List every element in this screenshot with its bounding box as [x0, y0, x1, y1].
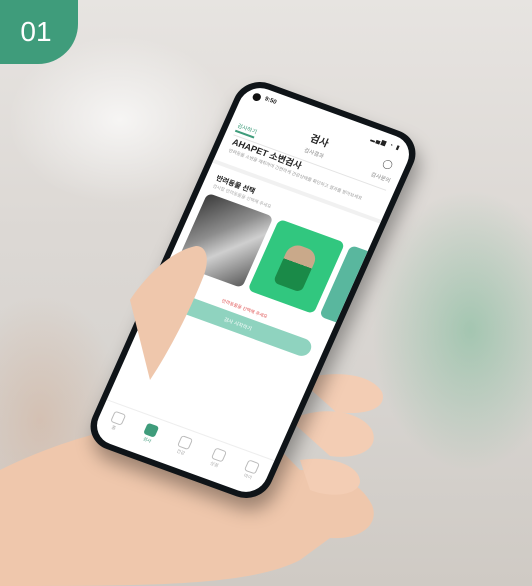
camera-icon: [251, 92, 263, 103]
status-time: 9:50: [263, 96, 278, 106]
cat-photo: [272, 242, 319, 293]
shop-icon: [210, 447, 227, 463]
nav-label: 홈: [110, 424, 117, 431]
health-icon: [176, 435, 194, 451]
nav-item-shop[interactable]: 상점: [207, 447, 227, 469]
nav-label: 검사: [142, 436, 153, 444]
nav-label: 상점: [209, 460, 220, 469]
status-icons: ▂▄▆ ◔ ▮: [369, 135, 402, 152]
photo-scene: 01 9:50 ▂▄▆ ◔ ▮ 검사 ◯ 검사하기 검사결과 검사문의 AHAP…: [0, 0, 532, 586]
nav-label: 건강: [175, 448, 186, 456]
nav-label: 마이: [242, 472, 253, 481]
home-icon: [109, 410, 127, 426]
nav-item-test[interactable]: 검사: [140, 422, 160, 445]
test-icon: [143, 422, 160, 438]
profile-icon: [244, 459, 261, 475]
nav-item-my[interactable]: 마이: [241, 459, 261, 481]
nav-item-home[interactable]: 홈: [107, 410, 127, 433]
nav-item-health[interactable]: 건강: [174, 435, 194, 457]
